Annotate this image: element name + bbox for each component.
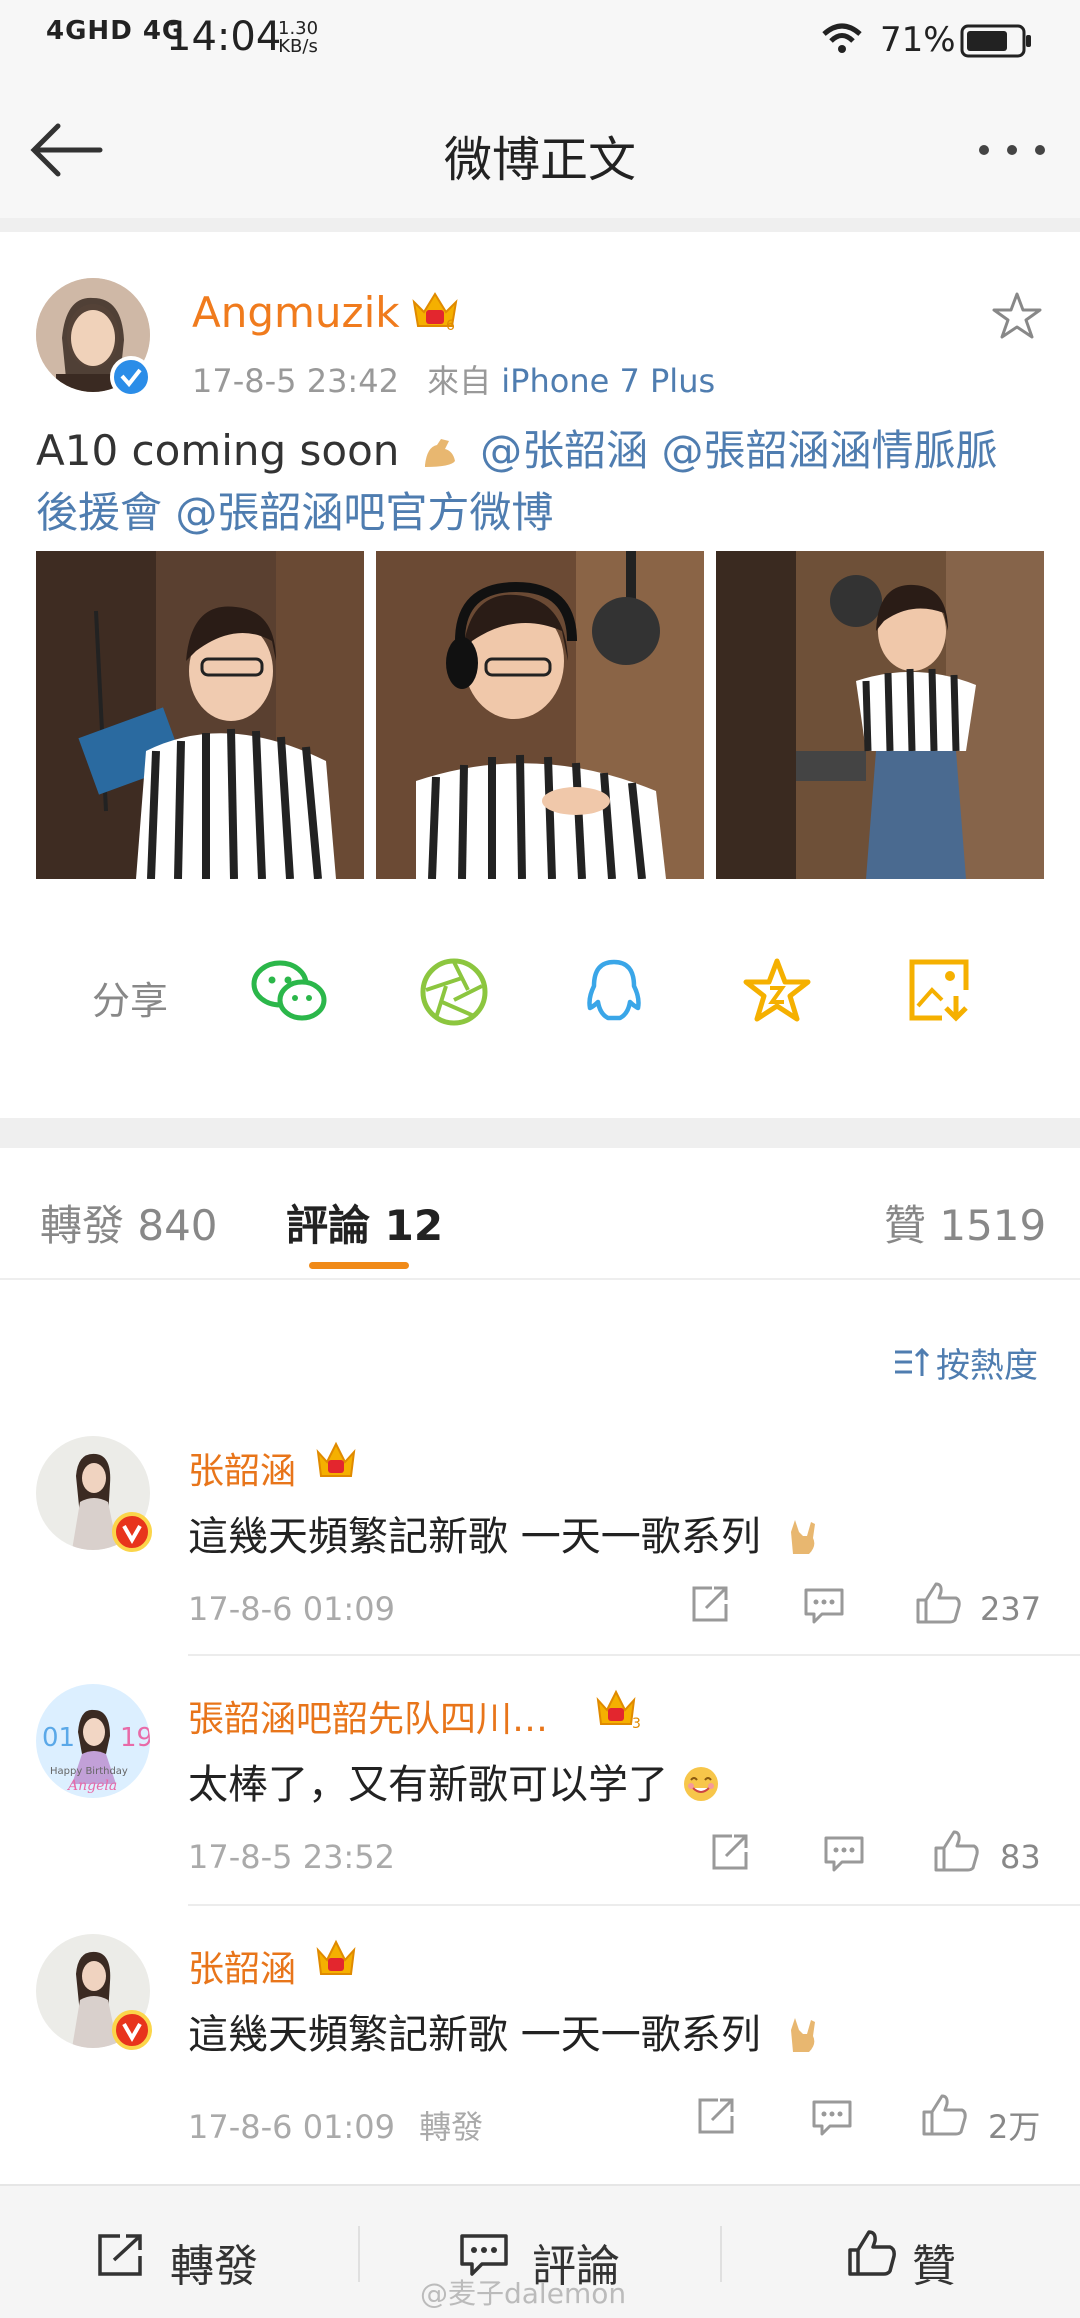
comment-icon[interactable] xyxy=(822,1834,866,1874)
commenter-avatar[interactable]: 01 19 Happy Birthday Angela xyxy=(36,1684,150,1798)
like-icon[interactable] xyxy=(846,2228,898,2278)
comment-body: 這幾天頻繁記新歌 一天一歌系列 xyxy=(188,1514,761,1560)
like-count: 83 xyxy=(1000,1838,1041,1876)
sort-by-popularity[interactable]: 按熱度 xyxy=(936,1338,1038,1387)
verified-badge-icon xyxy=(110,356,152,398)
repost-button[interactable]: 轉發 xyxy=(170,2230,258,2294)
avatar-name: Angela xyxy=(66,1778,117,1794)
like-icon[interactable] xyxy=(932,1828,982,1874)
commenter-name[interactable]: 张韶涵 xyxy=(188,1940,296,1992)
comment-body: 太棒了，又有新歌可以学了 xyxy=(188,1762,668,1808)
comment-timestamp: 17-8-6 01:09 xyxy=(188,2108,395,2146)
comment-text: 太棒了，又有新歌可以学了 xyxy=(188,1752,721,1810)
smile-emoji xyxy=(681,1764,721,1804)
battery-icon xyxy=(960,24,1031,58)
post-source[interactable]: iPhone 7 Plus xyxy=(501,362,715,400)
comment-text: 這幾天頻繁記新歌 一天一歌系列 xyxy=(188,1504,823,1562)
nav-bar: 微博正文 xyxy=(0,80,1080,218)
save-image-icon[interactable] xyxy=(906,956,972,1026)
like-button[interactable]: 贊 xyxy=(912,2230,956,2294)
share-label: 分享 xyxy=(92,979,169,1023)
like-count: 237 xyxy=(980,1590,1042,1628)
post-text: A10 coming soon @张韶涵 @張韶涵涵情脈脈 後援會 @張韶涵吧官… xyxy=(36,420,1046,544)
crown-badge-icon: 3 xyxy=(596,1689,641,1730)
crown-level: 3 xyxy=(632,1716,641,1730)
crown-badge-icon xyxy=(316,1441,356,1477)
source-prefix: 來自 xyxy=(427,362,492,400)
verified-red-badge-icon xyxy=(112,2010,152,2050)
comment-divider xyxy=(188,1904,1080,1906)
commenter-name[interactable]: 张韶涵 xyxy=(188,1442,296,1494)
network-indicator: 4GHD 4G xyxy=(46,16,185,46)
comment-divider xyxy=(188,1654,1080,1656)
clock: 14:04 xyxy=(166,14,282,60)
like-icon[interactable] xyxy=(920,2092,970,2138)
rock-hand-emoji xyxy=(783,1516,823,1556)
verified-red-badge-icon xyxy=(112,1512,152,1552)
rock-hand-emoji xyxy=(783,2014,823,2054)
comment-body: 這幾天頻繁記新歌 一天一歌系列 xyxy=(188,2012,761,2058)
mention-link[interactable]: @张韶涵 @張韶涵涵情脈脈 xyxy=(480,426,997,475)
post-photo-2[interactable] xyxy=(376,551,704,879)
favorite-star-icon[interactable] xyxy=(990,290,1044,342)
divider xyxy=(0,1278,1080,1280)
comment-time: 17-8-6 01:09 轉發 xyxy=(188,2102,483,2148)
wifi-icon xyxy=(822,23,862,53)
section-divider xyxy=(0,1118,1080,1148)
post-photo-3[interactable] xyxy=(716,551,1044,879)
like-icon[interactable] xyxy=(914,1580,964,1626)
author-name[interactable]: Angmuzik xyxy=(192,288,400,337)
post-meta: 17-8-5 23:42 來自 iPhone 7 Plus xyxy=(192,356,715,402)
flexed-arm-emoji xyxy=(421,424,459,467)
comment-text: 這幾天頻繁記新歌 一天一歌系列 xyxy=(188,2002,823,2060)
battery-percent: 71% xyxy=(880,20,956,60)
status-bar: 4GHD 4G 14:04 1.30 KB/s 71% xyxy=(0,0,1080,80)
tab-repost[interactable]: 轉發 840 xyxy=(40,1192,218,1253)
avatar-text-2: 19 xyxy=(120,1723,150,1753)
post-timestamp: 17-8-5 23:42 xyxy=(192,362,399,400)
comment-icon[interactable] xyxy=(810,2098,854,2138)
post-photo-1[interactable] xyxy=(36,551,364,879)
commenter-name[interactable]: 張韶涵吧韶先队四川… xyxy=(188,1690,548,1742)
tab-likes[interactable]: 贊 1519 xyxy=(884,1192,1046,1253)
sort-icon[interactable] xyxy=(892,1344,930,1380)
avatar-caption: Happy Birthday xyxy=(50,1766,128,1777)
wechat-icon[interactable] xyxy=(250,956,330,1026)
active-tab-indicator xyxy=(309,1262,409,1269)
comment-time: 17-8-6 01:09 xyxy=(188,1590,395,1628)
comment-repost-label[interactable]: 轉發 xyxy=(419,2108,483,2146)
divider xyxy=(358,2226,360,2282)
repost-icon[interactable] xyxy=(96,2232,146,2278)
repost-icon[interactable] xyxy=(710,1832,752,1872)
post-body: A10 coming soon xyxy=(36,426,400,475)
page-title: 微博正文 xyxy=(443,132,636,188)
like-count: 2万 xyxy=(988,2108,1041,2146)
watermark: @麦子dalemon xyxy=(420,2277,627,2310)
more-options-icon[interactable] xyxy=(976,140,1050,160)
post-text-line-2[interactable]: 後援會 @張韶涵吧官方微博 xyxy=(36,482,1046,544)
tab-comments[interactable]: 評論 12 xyxy=(286,1192,443,1253)
comment-time: 17-8-5 23:52 xyxy=(188,1838,395,1876)
moments-icon[interactable] xyxy=(418,956,490,1028)
favorite-share-icon[interactable] xyxy=(742,956,812,1026)
post-text-line-1: A10 coming soon @张韶涵 @張韶涵涵情脈脈 xyxy=(36,420,1046,482)
crown-badge-icon xyxy=(316,1939,356,1975)
crown-level: 6 xyxy=(446,318,455,332)
avatar-text: 01 xyxy=(42,1723,75,1753)
network-speed: 1.30 KB/s xyxy=(278,20,318,56)
qq-icon[interactable] xyxy=(582,956,646,1028)
comment-icon[interactable] xyxy=(802,1586,846,1626)
divider xyxy=(720,2226,722,2282)
crown-badge-icon: 6 xyxy=(412,292,458,332)
divider xyxy=(0,218,1080,232)
repost-icon[interactable] xyxy=(690,1584,732,1624)
repost-icon[interactable] xyxy=(696,2096,738,2136)
speed-unit: KB/s xyxy=(278,36,318,57)
